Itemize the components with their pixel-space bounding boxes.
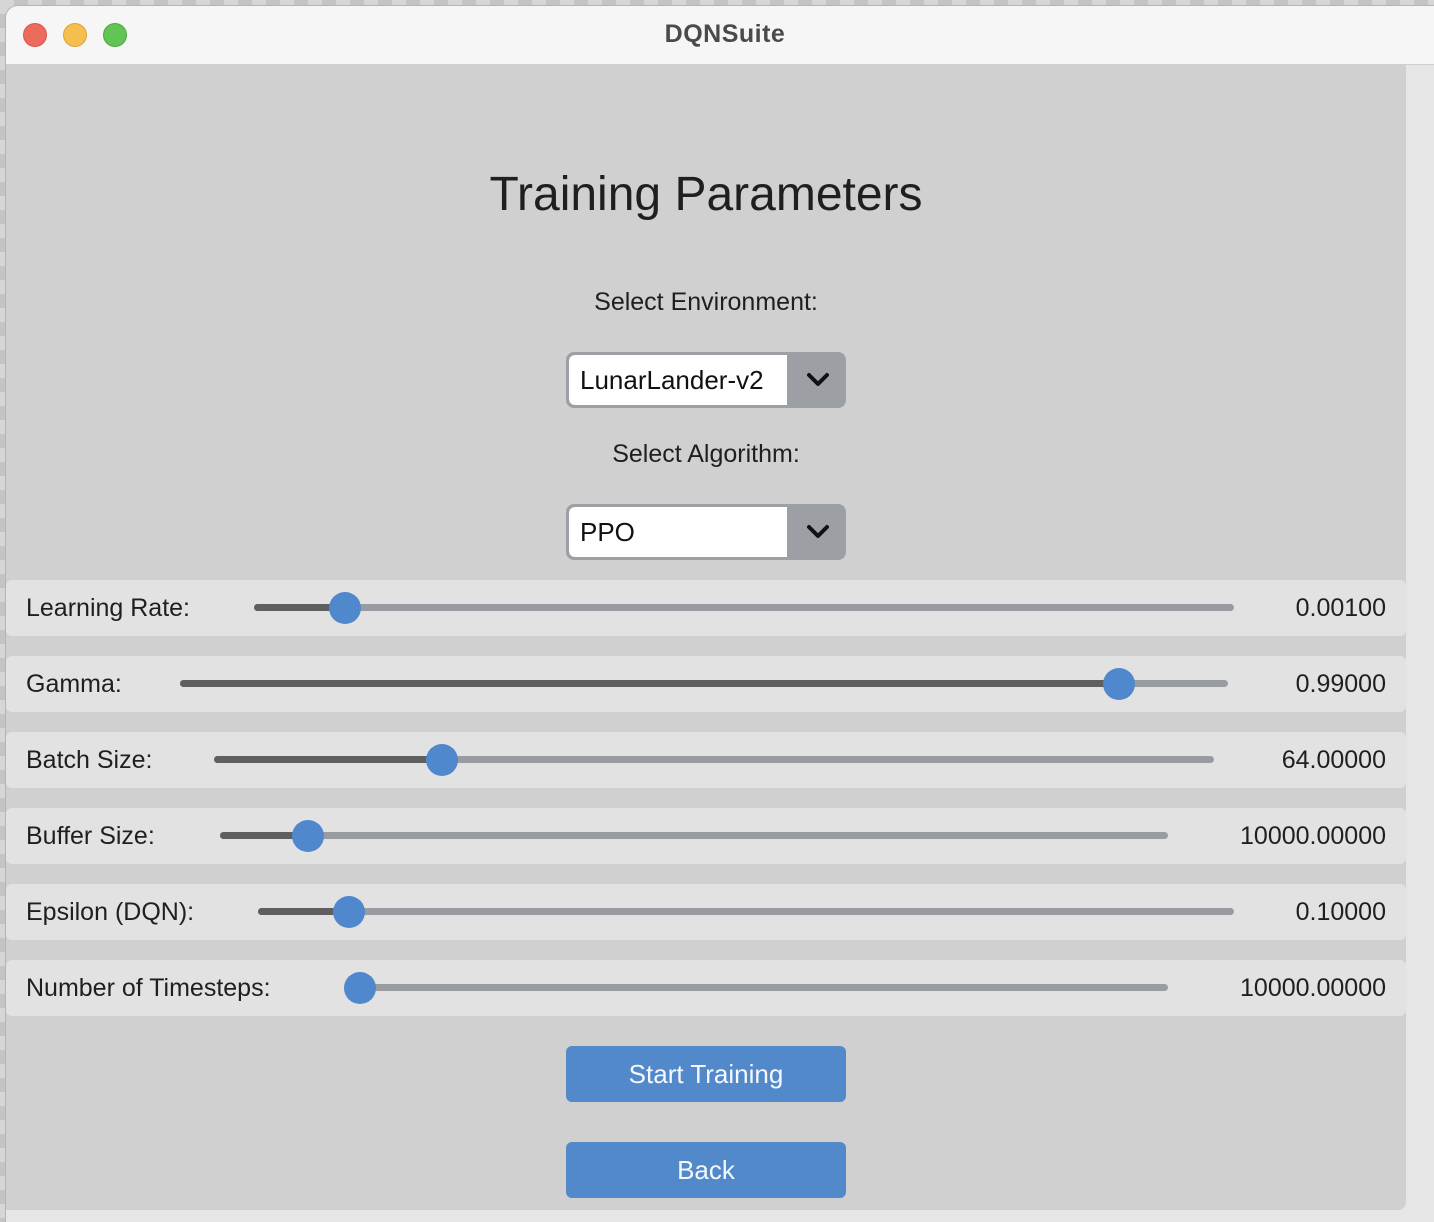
back-button[interactable]: Back [566, 1142, 846, 1198]
gamma-label: Gamma: [26, 670, 122, 698]
chevron-down-icon[interactable] [790, 504, 846, 560]
training-parameters-panel: Training Parameters Select Environment: … [6, 65, 1406, 1210]
buffer-size-slider[interactable] [220, 820, 1168, 852]
algorithm-label: Select Algorithm: [612, 440, 800, 468]
environment-dropdown[interactable]: LunarLander-v2 [566, 352, 846, 408]
learning-rate-slider[interactable] [254, 592, 1234, 624]
timesteps-label: Number of Timesteps: [26, 974, 271, 1002]
learning-rate-value: 0.00100 [1295, 594, 1386, 622]
epsilon-label: Epsilon (DQN): [26, 898, 195, 926]
slider-thumb[interactable] [426, 744, 458, 776]
timesteps-row: Number of Timesteps: 10000.00000 [6, 960, 1406, 1016]
learning-rate-row: Learning Rate: 0.00100 [6, 580, 1406, 636]
algorithm-dropdown[interactable]: PPO [566, 504, 846, 560]
timesteps-slider[interactable] [344, 972, 1168, 1004]
gamma-slider[interactable] [180, 668, 1228, 700]
batch-size-slider[interactable] [214, 744, 1214, 776]
window-edge [1406, 65, 1434, 1222]
page-title: Training Parameters [489, 168, 923, 221]
batch-size-row: Batch Size: 64.00000 [6, 732, 1406, 788]
app-window: DQNSuite Training Parameters Select Envi… [6, 6, 1434, 1222]
environment-selected-value: LunarLander-v2 [569, 355, 787, 405]
slider-fill [180, 680, 1119, 687]
window-title: DQNSuite [664, 20, 786, 48]
gamma-value: 0.99000 [1295, 670, 1386, 698]
buffer-size-label: Buffer Size: [26, 822, 155, 850]
epsilon-slider[interactable] [258, 896, 1234, 928]
slider-thumb[interactable] [1103, 668, 1135, 700]
batch-size-label: Batch Size: [26, 746, 153, 774]
batch-size-value: 64.00000 [1281, 746, 1386, 774]
buffer-size-row: Buffer Size: 10000.00000 [6, 808, 1406, 864]
buffer-size-value: 10000.00000 [1240, 822, 1386, 850]
algorithm-selected-value: PPO [569, 507, 787, 557]
slider-thumb[interactable] [344, 972, 376, 1004]
epsilon-row: Epsilon (DQN): 0.10000 [6, 884, 1406, 940]
slider-thumb[interactable] [329, 592, 362, 624]
start-training-button[interactable]: Start Training [566, 1046, 846, 1102]
slider-thumb[interactable] [332, 896, 365, 928]
learning-rate-label: Learning Rate: [26, 594, 191, 622]
slider-fill [214, 756, 442, 763]
gamma-row: Gamma: 0.99000 [6, 656, 1406, 712]
slider-thumb[interactable] [292, 820, 325, 852]
environment-label: Select Environment: [594, 288, 818, 316]
timesteps-value: 10000.00000 [1240, 974, 1386, 1002]
title-bar[interactable]: DQNSuite [6, 6, 1434, 65]
chevron-down-icon[interactable] [790, 352, 846, 408]
epsilon-value: 0.10000 [1295, 898, 1386, 926]
